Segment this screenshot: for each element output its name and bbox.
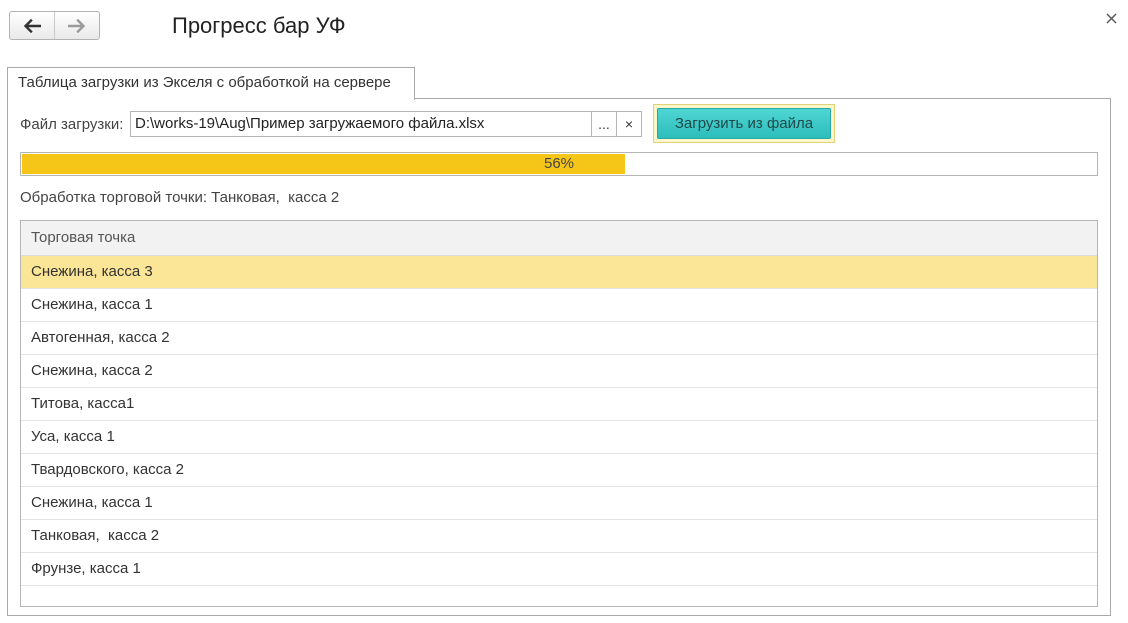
forward-button[interactable]	[54, 12, 99, 39]
browse-button[interactable]: ...	[591, 111, 617, 137]
load-button-focus-frame: Загрузить из файла	[653, 104, 835, 143]
back-button[interactable]	[10, 12, 54, 39]
table-row[interactable]: Танковая, касса 2	[21, 520, 1097, 553]
page-title: Прогресс бар УФ	[172, 13, 346, 38]
file-path-input[interactable]: D:\works-19\Aug\Пример загружаемого файл…	[130, 111, 591, 137]
tab-excel-load[interactable]: Таблица загрузки из Экселя с обработкой …	[7, 67, 415, 100]
table-row[interactable]: Фрунзе, касса 1	[21, 553, 1097, 586]
table-row[interactable]: Снежина, касса 1	[21, 289, 1097, 322]
progress-bar: 56%	[20, 152, 1098, 176]
table-row[interactable]: Снежина, касса 3	[21, 256, 1097, 289]
table-body: Снежина, касса 3 Снежина, касса 1 Автогенн…	[21, 256, 1097, 586]
table-row[interactable]: Уса, касса 1	[21, 421, 1097, 454]
arrow-left-icon	[23, 18, 41, 33]
stores-table: Торговая точка Снежина, касса 3 Снежина, …	[20, 220, 1098, 607]
status-text: Обработка торговой точки: Танковая, касс…	[20, 189, 340, 206]
navigation-buttons	[9, 11, 100, 40]
load-from-file-button[interactable]: Загрузить из файла	[657, 108, 831, 139]
table-row[interactable]: Снежина, касса 1	[21, 487, 1097, 520]
close-icon	[1106, 13, 1116, 23]
table-row[interactable]: Снежина, касса 2	[21, 355, 1097, 388]
table-row[interactable]: Автогенная, касса 2	[21, 322, 1097, 355]
file-label: Файл загрузки:	[20, 116, 124, 133]
arrow-right-icon	[68, 18, 86, 33]
clear-button[interactable]: ×	[616, 111, 642, 137]
table-row[interactable]: Титова, касса1	[21, 388, 1097, 421]
close-button[interactable]	[1104, 11, 1118, 25]
table-row[interactable]: Твардовского, касса 2	[21, 454, 1097, 487]
progress-text: 56%	[543, 155, 575, 172]
table-header[interactable]: Торговая точка	[21, 221, 1097, 256]
